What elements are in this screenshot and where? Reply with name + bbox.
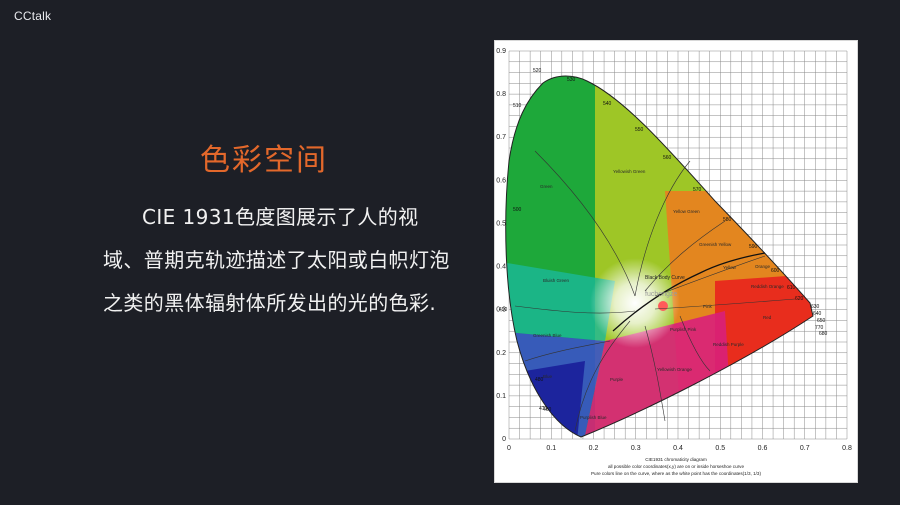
slide-title: 色彩空间 [200, 143, 328, 178]
wavelength-label: 610 [787, 285, 796, 291]
y-tick-label: 0.9 [496, 48, 506, 55]
wavelength-label: 580 [723, 217, 732, 223]
wavelength-label: 520 [533, 68, 542, 74]
region-label: Purplish Blue [580, 415, 607, 420]
x-tick-label: 0.1 [546, 445, 556, 452]
wavelength-label: 620 [795, 296, 804, 302]
figure-caption-line-2: all possible color coordinates(x,y) are … [608, 464, 745, 469]
horseshoe-color-fill [505, 76, 813, 437]
cie-chart-svg: Black Body Curve Green Yellowish Green Y… [496, 48, 852, 476]
wavelength-label: 510 [513, 103, 522, 109]
region-label: Orange [755, 264, 771, 269]
wavelength-label: 630 [811, 304, 820, 310]
wavelength-label: 560 [663, 155, 672, 161]
wavelength-label: 530 [567, 77, 576, 83]
region-label: Greenish Yellow [699, 242, 732, 247]
wavelength-label: 540 [603, 101, 612, 107]
x-tick-label: 0.3 [631, 445, 641, 452]
x-tick-label: 0.4 [673, 445, 683, 452]
x-axis-ticks: 0 0.1 0.2 0.3 0.4 0.5 0.6 0.7 0.8 [507, 445, 852, 452]
app-brand: CCtalk [14, 9, 52, 23]
region-label: Bluish Green [543, 278, 570, 283]
region-label: Purplish Pink [670, 327, 697, 332]
region-label: Greenish Blue [533, 333, 562, 338]
region-label: Yellow Green [673, 209, 700, 214]
figure-caption-title: CIE1931 chromaticity diagram [645, 457, 707, 462]
y-tick-label: 0.7 [496, 134, 506, 141]
region-label: Green [540, 184, 553, 189]
y-axis-ticks: 0 0.1 0.2 0.3 0.4 0.5 0.6 0.7 0.8 0.9 [496, 48, 506, 443]
wavelength-label: 470 [539, 406, 548, 412]
wavelength-label: 500 [513, 207, 522, 213]
y-tick-label: 0.2 [496, 350, 506, 357]
region-label: Reddish Purple [713, 342, 744, 347]
cie-chromaticity-figure: Black Body Curve Green Yellowish Green Y… [494, 40, 858, 483]
figure-caption-line-3: Pure colors line on the curve, where as … [591, 471, 762, 476]
black-body-label: Black Body Curve [645, 275, 685, 281]
wavelength-label: 570 [693, 187, 702, 193]
x-tick-label: 0.2 [589, 445, 599, 452]
y-tick-label: 0 [502, 436, 506, 443]
region-label: Pink [703, 304, 713, 309]
y-tick-label: 0.8 [496, 91, 506, 98]
region-label: Purple [610, 377, 624, 382]
x-tick-label: 0.5 [715, 445, 725, 452]
y-tick-label: 0.5 [496, 220, 506, 227]
x-tick-label: 0.6 [758, 445, 768, 452]
region-label: Reddish Orange [751, 284, 784, 289]
wavelength-label: 650 [817, 318, 826, 324]
region-label: Yellow [723, 265, 737, 270]
wavelength-label: 640 [813, 311, 822, 317]
region-label: Blue [543, 374, 553, 379]
region-label: Yellowish Green [613, 169, 646, 174]
wavelength-label: 590 [749, 244, 758, 250]
wavelength-label: 600 [771, 268, 780, 274]
slide-body-text: CIE 1931色度图展示了人的视域、普期克轨迹描述了太阳或白帜灯泡之类的黑体辐… [103, 205, 450, 315]
y-tick-label: 0.3 [496, 307, 506, 314]
wavelength-label: 480 [535, 377, 544, 383]
y-tick-label: 0.1 [496, 393, 506, 400]
watermark-text: fuchengze [645, 291, 677, 298]
region-label: Yellowish Orange [657, 367, 692, 372]
wavelength-label: 680 [819, 331, 828, 337]
x-tick-label: 0.8 [842, 445, 852, 452]
region-label: Red [763, 315, 772, 320]
wavelength-label: 550 [635, 127, 644, 133]
y-tick-label: 0.6 [496, 177, 506, 184]
y-tick-label: 0.4 [496, 264, 506, 271]
x-tick-label: 0.7 [800, 445, 810, 452]
x-tick-label: 0 [507, 445, 511, 452]
